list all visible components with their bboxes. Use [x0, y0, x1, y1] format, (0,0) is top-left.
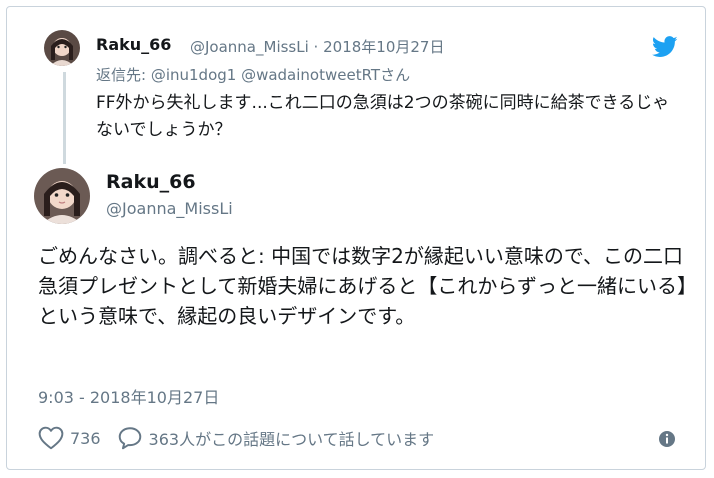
avatar[interactable]: [34, 168, 90, 224]
thread-connector-line: [63, 72, 66, 164]
meta-separator: ·: [313, 38, 319, 56]
author-handle[interactable]: @Joanna_MissLi: [106, 199, 233, 218]
tweet-text: ごめんなさい。調べると: 中国では数字2が縁起いい意味ので、この二口急須プレゼン…: [38, 244, 687, 328]
twitter-bird-icon[interactable]: [651, 36, 678, 58]
speech-bubble-icon: [118, 427, 141, 450]
like-count: 736: [70, 428, 101, 448]
quoted-tweet-text: FF外から失礼します...これ二口の急須は2つの茶碗に同時に給茶できるじゃないで…: [96, 93, 670, 140]
quoted-meta: @Joanna_MissLi · 2018年10月27日: [190, 36, 444, 57]
avatar[interactable]: [44, 30, 80, 66]
author-display-name[interactable]: Raku_66: [106, 171, 196, 193]
like-button[interactable]: 736: [38, 426, 101, 450]
reply-to-line[interactable]: 返信先: @inu1dog1 @wadainotweetRTさん: [96, 64, 410, 85]
comment-button[interactable]: 363人がこの話題について話しています: [117, 426, 435, 450]
heart-icon: [38, 426, 64, 450]
tweet-actions: 736 363人がこの話題について話しています: [38, 425, 434, 451]
info-icon[interactable]: [658, 430, 676, 448]
quoted-display-name[interactable]: Raku_66: [96, 35, 171, 54]
quoted-date[interactable]: 2018年10月27日: [323, 38, 444, 56]
quoted-handle[interactable]: @Joanna_MissLi: [190, 38, 309, 56]
conversation-count-text: 363人がこの話題について話しています: [148, 430, 435, 449]
tweet-timestamp[interactable]: 9:03 - 2018年10月27日: [38, 384, 219, 408]
